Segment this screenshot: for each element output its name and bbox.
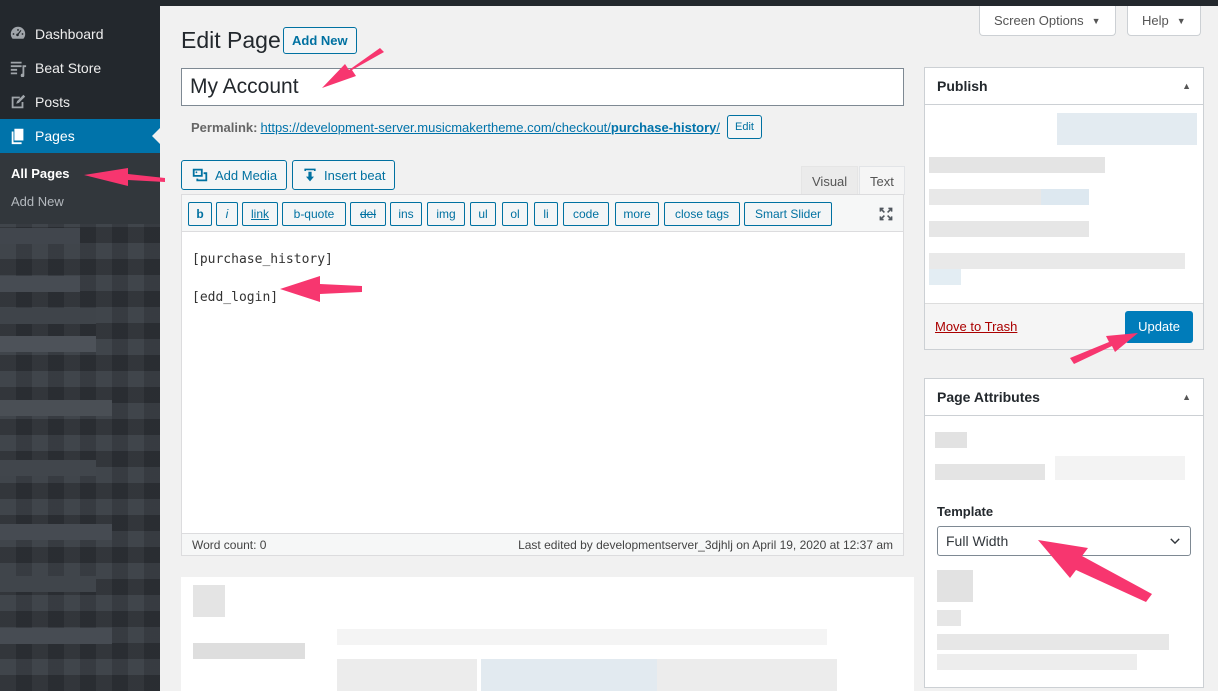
pin-icon [8,92,28,112]
qt-li-button[interactable]: li [534,202,558,226]
tab-text[interactable]: Text [859,166,905,195]
template-select[interactable]: Full Width [937,526,1191,556]
screen-options-label: Screen Options [994,13,1084,28]
playlist-icon [8,58,28,78]
blurred-metabox [181,577,914,691]
qt-code-button[interactable]: code [563,202,609,226]
permalink-url-slug: purchase-history [610,119,717,135]
sidebar-item-label: Beat Store [35,60,102,76]
screen-options-button[interactable]: Screen Options ▼ [979,6,1116,36]
add-new-button[interactable]: Add New [283,27,357,54]
update-button[interactable]: Update [1125,310,1193,343]
publish-title: Publish [937,78,988,94]
permalink-label: Permalink: [191,119,258,135]
add-media-label: Add Media [215,167,278,183]
dashboard-icon [8,24,28,44]
editor-line: [edd_login] [192,290,279,305]
media-icon [192,168,208,182]
qt-ul-button[interactable]: ul [470,202,496,226]
insert-beat-button[interactable]: Insert beat [292,160,396,190]
caret-down-icon: ▼ [1176,15,1186,26]
pages-submenu: All Pages Add New [0,153,160,226]
download-icon [304,168,316,182]
tab-visual[interactable]: Visual [801,166,859,195]
post-title-input[interactable]: My Account [181,68,904,106]
template-selected-value: Full Width [946,533,1009,549]
publish-actions: Move to Trash Update [925,303,1203,349]
sidebar-item-beat-store[interactable]: Beat Store [0,51,160,85]
blurred-menu-region [0,224,160,691]
submenu-all-pages[interactable]: All Pages [0,160,160,188]
qt-close-tags-button[interactable]: close tags [664,202,740,226]
last-edited: Last edited by developmentserver_3djhlj … [518,537,893,552]
sidebar-item-label: Dashboard [35,26,104,42]
sidebar-item-pages[interactable]: Pages [0,119,160,153]
help-label: Help [1142,13,1169,28]
page-attributes-title: Page Attributes [937,389,1040,405]
sidebar-item-label: Posts [35,94,71,110]
template-label: Template [937,504,994,519]
qt-smart-slider-button[interactable]: Smart Slider [744,202,832,226]
editor-line: [purchase_history] [192,252,333,267]
word-count: Word count: 0 [192,537,267,552]
editor-content[interactable]: [purchase_history] [edd_login] [192,241,333,317]
pages-icon [8,126,28,146]
publish-box-header[interactable]: Publish ▲ [925,68,1203,105]
qt-more-button[interactable]: more [615,202,659,226]
help-button[interactable]: Help ▼ [1127,6,1201,36]
sidebar-item-dashboard[interactable]: Dashboard [0,17,160,51]
sidebar-item-label: Pages [35,128,75,144]
caret-down-icon: ▼ [1091,15,1101,26]
qt-img-button[interactable]: img [427,202,465,226]
qt-ol-button[interactable]: ol [502,202,528,226]
chevron-down-icon [1170,538,1180,545]
sidebar-item-posts[interactable]: Posts [0,85,160,119]
qt-bquote-button[interactable]: b-quote [282,202,346,226]
collapse-toggle-icon[interactable]: ▲ [1182,392,1191,402]
permalink-row: Permalink: https://development-server.mu… [191,115,762,139]
text-editor: b i link b-quote del ins img ul ol li co… [181,194,904,556]
qt-italic-button[interactable]: i [216,202,238,226]
submenu-add-new[interactable]: Add New [0,188,160,216]
permalink-url-suffix: / [716,119,721,135]
permalink-link[interactable]: https://development-server.musicmakerthe… [260,120,720,135]
blurred-parent-field [925,416,1203,500]
collapse-toggle-icon[interactable]: ▲ [1182,81,1191,91]
move-to-trash-link[interactable]: Move to Trash [935,319,1017,334]
editor-status-bar: Word count: 0 Last edited by development… [182,533,903,555]
qt-ins-button[interactable]: ins [390,202,422,226]
main-content: Screen Options ▼ Help ▼ Edit Page Add Ne… [160,6,1218,691]
page-attributes-box: Page Attributes ▲ Template Full Width [924,378,1204,688]
blurred-publish-details [925,105,1203,303]
add-media-button[interactable]: Add Media [181,160,288,190]
insert-beat-label: Insert beat [324,167,386,183]
publish-box: Publish ▲ Move to Trash Update [924,67,1204,350]
page-attributes-header[interactable]: Page Attributes ▲ [925,379,1203,416]
permalink-url-prefix: https://development-server.musicmakerthe… [260,119,611,135]
qt-bold-button[interactable]: b [188,202,212,226]
blurred-order-field [925,566,1203,676]
qt-del-button[interactable]: del [350,202,386,226]
edit-slug-button[interactable]: Edit [727,115,762,139]
quicktags-toolbar: b i link b-quote del ins img ul ol li co… [182,195,903,232]
page-title: Edit Page [181,27,281,53]
qt-link-button[interactable]: link [242,202,278,226]
fullscreen-icon[interactable] [877,205,895,223]
